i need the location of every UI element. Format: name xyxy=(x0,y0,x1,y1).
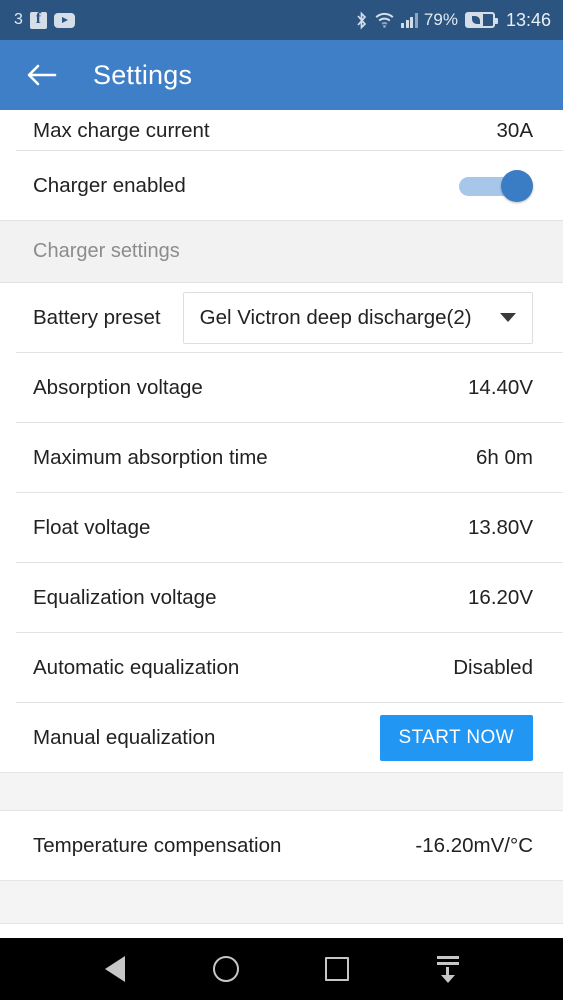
bluetooth-icon xyxy=(355,10,368,30)
status-bar-left: 3 xyxy=(14,10,75,29)
row-absorption-voltage[interactable]: Absorption voltage 14.40V xyxy=(0,353,563,422)
row-label: Equalization voltage xyxy=(33,585,217,609)
row-value: 16.20V xyxy=(468,585,533,609)
row-max-charge-current[interactable]: Max charge current 30A xyxy=(0,110,563,150)
row-value: -16.20mV/°C xyxy=(415,833,533,857)
status-bar-right: 79% 13:46 xyxy=(355,10,551,31)
clock-time: 13:46 xyxy=(505,9,551,30)
nav-recents-button[interactable] xyxy=(313,945,361,993)
status-bar: 3 79% 13:46 xyxy=(0,0,563,40)
row-charger-enabled[interactable]: Charger enabled xyxy=(0,151,563,220)
battery-preset-value: Gel Victron deep discharge(2) xyxy=(199,305,472,329)
charger-enabled-toggle[interactable] xyxy=(459,169,533,202)
start-now-button[interactable]: START NOW xyxy=(379,714,533,761)
row-label: Temperature compensation xyxy=(33,833,282,857)
android-nav-bar xyxy=(0,938,563,1000)
row-equalization-voltage[interactable]: Equalization voltage 16.20V xyxy=(0,563,563,632)
row-temperature-compensation[interactable]: Temperature compensation -16.20mV/°C xyxy=(0,811,563,880)
section-spacer xyxy=(0,772,563,811)
row-label: Maximum absorption time xyxy=(33,445,268,469)
back-arrow-icon[interactable] xyxy=(20,53,64,97)
toggle-thumb xyxy=(501,169,533,202)
phone-screen: 3 79% 13:46 xyxy=(0,0,563,1000)
row-value: Disabled xyxy=(453,655,533,679)
row-label: Float voltage xyxy=(33,515,151,539)
row-manual-equalization[interactable]: Manual equalization START NOW xyxy=(0,703,563,772)
row-label: Automatic equalization xyxy=(33,655,240,679)
app-bar: Settings xyxy=(0,40,563,110)
row-value: 30A xyxy=(496,119,533,142)
chevron-down-icon xyxy=(500,313,516,322)
row-automatic-equalization[interactable]: Automatic equalization Disabled xyxy=(0,633,563,702)
facebook-icon xyxy=(29,10,47,29)
row-float-voltage[interactable]: Float voltage 13.80V xyxy=(0,493,563,562)
row-label: Manual equalization xyxy=(33,725,216,749)
section-header-charger-settings: Charger settings xyxy=(0,220,563,283)
row-value: 6h 0m xyxy=(476,445,533,469)
battery-saver-icon xyxy=(464,12,498,28)
row-battery-preset[interactable]: Battery preset Gel Victron deep discharg… xyxy=(0,283,563,352)
row-label: Absorption voltage xyxy=(33,375,203,399)
row-value: 14.40V xyxy=(468,375,533,399)
settings-list[interactable]: Max charge current 30A Charger enabled C… xyxy=(0,110,563,938)
row-label: Max charge current xyxy=(33,119,210,142)
nav-home-button[interactable] xyxy=(202,945,250,993)
signal-icon xyxy=(401,12,418,28)
row-label: Charger enabled xyxy=(33,173,186,197)
row-label: Battery preset xyxy=(33,305,161,329)
nav-back-button[interactable] xyxy=(91,945,139,993)
battery-preset-dropdown[interactable]: Gel Victron deep discharge(2) xyxy=(182,291,533,344)
section-header-label: Charger settings xyxy=(33,240,180,262)
row-maximum-absorption-time[interactable]: Maximum absorption time 6h 0m xyxy=(0,423,563,492)
notification-count: 3 xyxy=(14,11,23,28)
battery-percent: 79% xyxy=(423,10,458,29)
page-title: Settings xyxy=(93,59,193,90)
wifi-icon xyxy=(375,12,394,28)
youtube-icon xyxy=(53,12,75,28)
section-spacer-bottom xyxy=(0,880,563,924)
nav-pull-down-icon[interactable] xyxy=(424,945,472,993)
row-value: 13.80V xyxy=(468,515,533,539)
